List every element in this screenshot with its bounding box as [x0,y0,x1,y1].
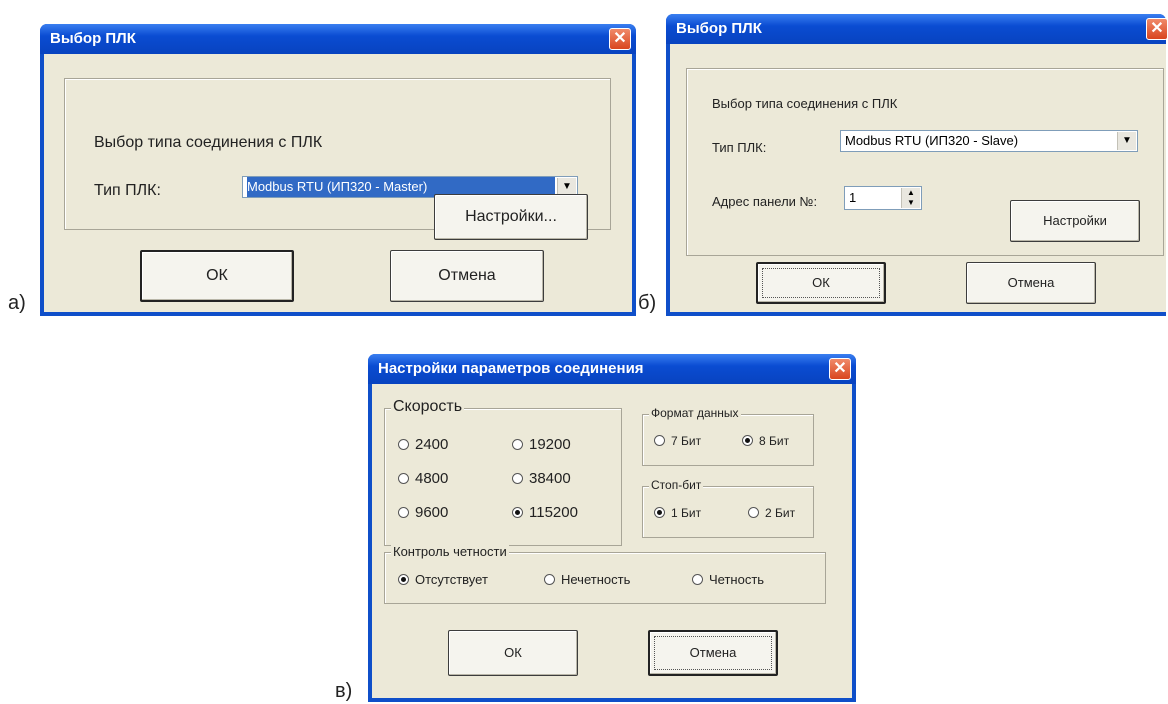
dialog-a-ok-label: ОК [206,267,228,284]
parity-option-label: Отсутствует [415,572,488,587]
dialog-b-cancel-label: Отмена [1007,275,1055,290]
dialog-b-settings-button[interactable]: Настройки [1010,200,1140,242]
speed-option-label: 19200 [529,436,571,453]
parity-radio-odd[interactable]: Нечетность [544,572,630,587]
radio-icon [512,439,523,450]
dialog-b-title: Выбор ПЛК [676,20,762,37]
radio-icon [654,435,665,446]
stop-bit-radio-1[interactable]: 1 Бит [654,506,701,520]
radio-icon [692,574,703,585]
dialog-b-titlebar[interactable]: Выбор ПЛК ✕ [666,14,1168,44]
parity-radio-none[interactable]: Отсутствует [398,572,488,587]
dialog-a-title: Выбор ПЛК [50,30,136,47]
dialog-c-client: Скорость 2400 19200 4800 38400 9600 1152… [372,384,852,698]
radio-selected-icon [742,435,753,446]
dialog-b-panel-address-value[interactable]: 1 [849,187,899,209]
data-format-legend: Формат данных [649,406,741,420]
dialog-a-settings-label: Настройки... [465,208,557,225]
dialog-b-cancel-button[interactable]: Отмена [966,262,1096,304]
speed-option-label: 2400 [415,436,449,453]
speed-option-label: 115200 [529,504,578,521]
radio-icon [544,574,555,585]
dialog-b-ok-focus-rect [762,268,880,298]
speed-option-label: 9600 [415,504,449,521]
figure-label-c: в) [335,680,353,702]
radio-icon [748,507,759,518]
dialog-c-title: Настройки параметров соединения [378,360,644,377]
close-icon[interactable]: ✕ [829,358,851,380]
speed-option-label: 38400 [529,470,571,487]
data-format-radio-8[interactable]: 8 Бит [742,434,789,448]
figure-label-a: а) [8,292,26,314]
radio-selected-icon [654,507,665,518]
dialog-c-ok-button[interactable]: ОК [448,630,578,676]
dialog-c-window: Настройки параметров соединения ✕ Скорос… [368,354,856,702]
dialog-c-cancel-button[interactable]: Отмена [648,630,778,676]
parity-legend: Контроль четности [391,544,509,559]
stop-bit-radio-2[interactable]: 2 Бит [748,506,795,520]
dialog-b-panel-address-label: Адрес панели №: [712,194,818,209]
dialog-a-settings-button[interactable]: Настройки... [434,194,588,240]
dialog-b-plc-type-value: Modbus RTU (ИП320 - Slave) [845,133,1019,148]
dialog-c-cancel-focus-rect [654,636,772,670]
parity-radio-even[interactable]: Четность [692,572,764,587]
speed-radio-19200[interactable]: 19200 [512,436,571,453]
data-format-option-label: 8 Бит [759,434,790,448]
radio-icon [398,439,409,450]
dialog-b-settings-label: Настройки [1043,213,1107,228]
dialog-c-titlebar[interactable]: Настройки параметров соединения ✕ [368,354,856,384]
dialog-c-ok-label: ОК [504,645,522,660]
radio-icon [512,473,523,484]
close-icon[interactable]: ✕ [609,28,631,50]
dialog-b-ok-button[interactable]: ОК [756,262,886,304]
data-format-radio-7[interactable]: 7 Бит [654,434,701,448]
radio-selected-icon [398,574,409,585]
dialog-a-window: Выбор ПЛК ✕ Выбор типа соединения с ПЛК … [40,24,636,316]
speed-legend: Скорость [391,398,465,416]
dialog-a-cancel-button[interactable]: Отмена [390,250,544,302]
dialog-b-heading: Выбор типа соединения с ПЛК [712,96,898,111]
speed-radio-9600[interactable]: 9600 [398,504,448,521]
radio-icon [398,473,409,484]
close-icon[interactable]: ✕ [1146,18,1168,40]
dialog-b-window: Выбор ПЛК ✕ Выбор типа соединения с ПЛК … [666,14,1168,316]
dialog-a-client: Выбор типа соединения с ПЛК Тип ПЛК: Mod… [44,54,632,312]
stop-bit-legend: Стоп-бит [649,478,704,492]
parity-option-label: Нечетность [561,572,631,587]
radio-selected-icon [512,507,523,518]
speed-radio-38400[interactable]: 38400 [512,470,571,487]
stop-bit-option-label: 2 Бит [765,506,796,520]
speed-radio-115200[interactable]: 115200 [512,504,578,521]
dialog-b-plc-type-select[interactable]: Modbus RTU (ИП320 - Slave) ▼ [840,130,1138,152]
figure-label-b: б) [638,292,657,314]
dialog-a-plc-type-label: Тип ПЛК: [94,182,161,199]
dialog-b-panel-address-spinner[interactable]: 1 ▲ ▼ [844,186,922,210]
dialog-b-client: Выбор типа соединения с ПЛК Тип ПЛК: Mod… [670,44,1166,312]
speed-radio-4800[interactable]: 4800 [398,470,448,487]
dialog-b-plc-type-label: Тип ПЛК: [712,140,767,155]
radio-icon [398,507,409,518]
dialog-a-ok-button[interactable]: ОК [140,250,294,302]
speed-radio-2400[interactable]: 2400 [398,436,448,453]
chevron-down-icon[interactable]: ▼ [1117,132,1136,150]
spinner-icon[interactable]: ▲ ▼ [901,188,920,208]
speed-option-label: 4800 [415,470,449,487]
stop-bit-option-label: 1 Бит [671,506,702,520]
dialog-a-heading: Выбор типа соединения с ПЛК [94,134,323,151]
data-format-option-label: 7 Бит [671,434,702,448]
dialog-a-cancel-label: Отмена [438,267,496,284]
dialog-a-titlebar[interactable]: Выбор ПЛК ✕ [40,24,636,54]
parity-option-label: Четность [709,572,765,587]
